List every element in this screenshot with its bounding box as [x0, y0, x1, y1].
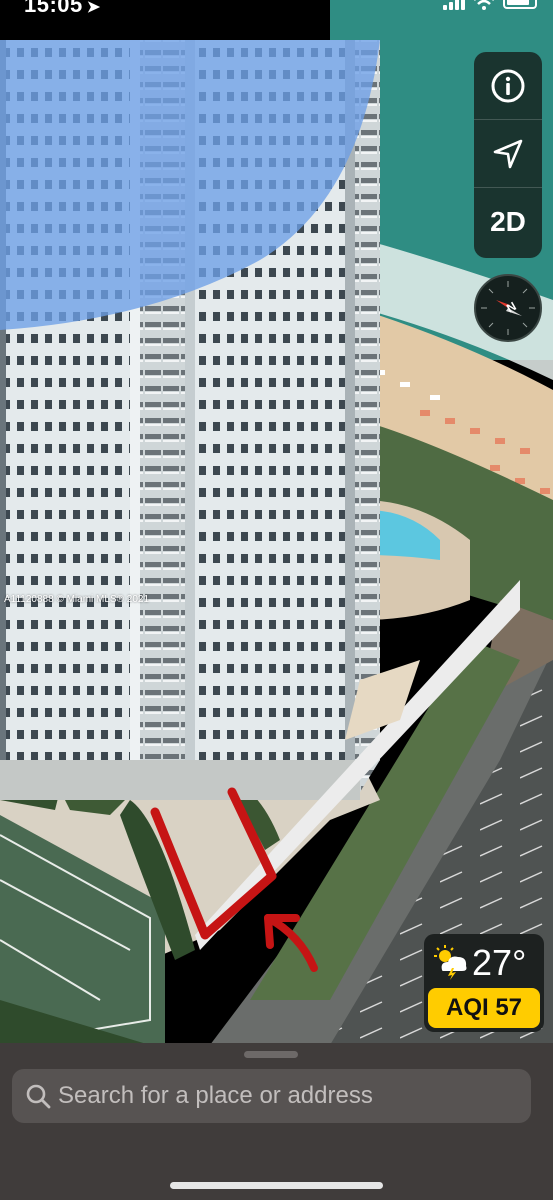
cellular-signal-icon	[443, 0, 465, 10]
info-icon	[491, 69, 525, 102]
location-arrow-icon	[493, 139, 523, 168]
view-2d-toggle[interactable]: 2D	[474, 188, 542, 256]
compass-icon: N	[481, 281, 535, 335]
mls-watermark: A11120888 © Miami MLS® 2021	[4, 594, 149, 605]
search-placeholder: Search for a place or address	[58, 1082, 373, 1109]
current-location-button[interactable]	[474, 120, 542, 188]
aqi-badge: AQI 57	[428, 988, 540, 1028]
compass-button[interactable]: N	[474, 274, 542, 342]
wifi-icon	[474, 0, 494, 10]
map-controls: 2D	[474, 52, 542, 258]
bottom-sheet[interactable]: Search for a place or address	[0, 1043, 553, 1200]
search-input[interactable]: Search for a place or address	[12, 1069, 531, 1123]
thunderstorm-sun-icon	[434, 945, 467, 980]
temperature: 27°	[472, 942, 527, 983]
map-view[interactable]	[0, 0, 553, 1045]
info-button[interactable]	[474, 52, 542, 120]
status-time: 15:05 ➤	[24, 0, 101, 17]
satellite-map	[0, 0, 553, 1045]
weather-widget[interactable]: 27° AQI 57	[424, 934, 544, 1032]
sheet-grabber[interactable]	[244, 1051, 298, 1058]
home-indicator[interactable]	[170, 1182, 383, 1189]
search-icon	[22, 1080, 54, 1112]
status-bar: 15:05 ➤	[0, 0, 553, 22]
location-arrow-icon: ➤	[86, 0, 101, 16]
battery-icon	[503, 0, 537, 9]
status-icons	[443, 0, 537, 10]
view-2d-label: 2D	[490, 206, 526, 237]
